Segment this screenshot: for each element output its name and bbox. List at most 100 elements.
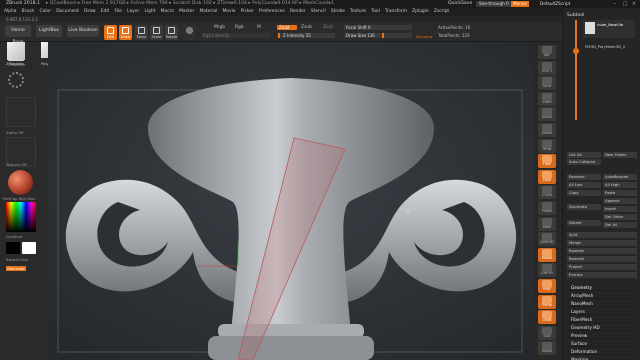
focal-shift-slider[interactable]: Focal Shift 0 xyxy=(344,25,412,30)
menu-render[interactable]: Render xyxy=(290,9,306,14)
mrgb-button[interactable]: Mrgb xyxy=(214,25,225,30)
boolean-button[interactable]: Boolean xyxy=(567,248,637,254)
menu-macro[interactable]: Macro xyxy=(161,9,174,14)
menu-movie[interactable]: Movie xyxy=(223,9,236,14)
shelf-local-button[interactable]: Local xyxy=(538,169,556,184)
shelf-floor-button[interactable]: Floor xyxy=(538,154,556,169)
shelf-bpr-button[interactable]: Bpr xyxy=(538,45,556,59)
lightbox-button[interactable]: LightBox xyxy=(36,25,62,37)
shelf-spix-3-button[interactable]: SPix 3 xyxy=(538,60,556,75)
rgb-intensity-slider[interactable]: Rgb Intensity xyxy=(201,33,271,38)
shelf-scroll-button[interactable]: Scroll xyxy=(538,76,556,91)
menu-brush[interactable]: Brush xyxy=(22,9,35,14)
see-through-slider[interactable]: See-through 0 xyxy=(476,1,512,7)
zmodeler-tool-thumbnail[interactable] xyxy=(7,42,25,60)
del-all-button[interactable]: Del All xyxy=(603,222,637,228)
minimize-icon[interactable]: – xyxy=(612,1,618,7)
shelf-ghost-button[interactable]: Ghost xyxy=(538,310,556,325)
matcap-red-wax-sphere[interactable] xyxy=(8,170,33,195)
duplicate-button[interactable]: Duplicate xyxy=(567,204,601,210)
shelf-aahalf-button[interactable]: AAHalf xyxy=(538,123,556,137)
menu-light[interactable]: Light xyxy=(144,9,155,14)
auto-reorder-button[interactable]: AutoReorder xyxy=(603,174,637,180)
menu-stroke[interactable]: Stroke xyxy=(331,9,345,14)
close-icon[interactable]: × xyxy=(631,1,637,7)
alternate-button[interactable]: Alternate xyxy=(6,266,26,271)
dynamic-toggle[interactable]: Dynamic xyxy=(416,34,433,39)
delete-button[interactable]: Delete xyxy=(567,220,601,226)
subtool-scroll-handle[interactable] xyxy=(573,48,579,54)
new-folder-button[interactable]: New Folder xyxy=(603,152,637,158)
subpalette-surface[interactable]: Surface xyxy=(567,340,637,347)
insert-button[interactable]: Insert xyxy=(603,206,637,212)
shelf-solo-button[interactable]: Solo xyxy=(538,325,556,340)
paste-button[interactable]: Paste xyxy=(603,190,637,196)
menu-document[interactable]: Document xyxy=(56,9,79,14)
rgb-button[interactable]: Rgb xyxy=(235,25,244,30)
subtool-name-2[interactable]: PM3D_PolyMesh3D_2 xyxy=(585,44,625,49)
shelf-rotate-button[interactable]: Rotate xyxy=(538,247,556,262)
alpha-slot[interactable] xyxy=(6,97,36,127)
rotate-mode-button[interactable]: Rotate xyxy=(165,25,178,40)
shelf-zoom3d-button[interactable]: Zoom3D xyxy=(538,232,556,247)
home-page-button[interactable]: Home Page xyxy=(5,25,31,45)
menu-tool[interactable]: Tool xyxy=(371,9,380,14)
subpalette-deformation[interactable]: Deformation xyxy=(567,348,637,355)
draw-size-slider[interactable]: Draw Size 136 xyxy=(344,33,412,38)
extract-button[interactable]: Extract xyxy=(567,272,637,278)
scale-mode-button[interactable]: Scale xyxy=(150,25,163,40)
zcut-button[interactable]: Zcut xyxy=(323,25,333,30)
split-button[interactable]: Split xyxy=(567,232,637,238)
menu-preferences[interactable]: Preferences xyxy=(259,9,285,14)
copy-button[interactable]: Copy xyxy=(567,190,601,196)
menu-layer[interactable]: Layer xyxy=(127,9,139,14)
switch-color-label[interactable]: SwitchColor xyxy=(6,257,28,262)
shelf-l-sym-button[interactable]: L.Sym xyxy=(538,185,556,200)
subpalette-geometry[interactable]: Geometry xyxy=(567,284,637,291)
zadd-button[interactable]: Zadd xyxy=(277,25,297,30)
menu-marker[interactable]: Marker xyxy=(179,9,194,14)
menu-zplugin[interactable]: Zplugin xyxy=(412,9,429,14)
shelf-actual-button[interactable]: Actual xyxy=(538,107,556,122)
subpalette-fibermesh[interactable]: FiberMesh xyxy=(567,316,637,323)
rename-button[interactable]: Rename xyxy=(567,174,601,180)
all-high-button[interactable]: All High xyxy=(603,182,637,188)
subpalette-preview[interactable]: Preview xyxy=(567,332,637,339)
menu-alpha[interactable]: Alpha xyxy=(4,9,16,14)
menu-transform[interactable]: Transform xyxy=(385,9,407,14)
default-script-button[interactable]: DefaultZScript xyxy=(540,0,570,8)
subpalette-nanomesh[interactable]: NanoMesh xyxy=(567,300,637,307)
draw-mode-button[interactable]: Draw xyxy=(119,25,132,40)
menu-stencil[interactable]: Stencil xyxy=(311,9,326,14)
main-color-swatch[interactable] xyxy=(6,242,20,254)
shelf-move-button[interactable]: Move xyxy=(538,216,556,231)
project-button[interactable]: Project xyxy=(567,264,637,270)
menus-toggle[interactable]: Menus xyxy=(511,1,529,7)
append-button[interactable]: Append xyxy=(603,198,637,204)
shelf-line-fill-button[interactable]: Line Fill xyxy=(538,263,556,278)
subtool-item-active[interactable]: cube_NewLife xyxy=(583,20,635,38)
shelf-persp-button[interactable]: Persp xyxy=(538,138,556,153)
menu-edit[interactable]: Edit xyxy=(101,9,110,14)
subpalette-masking[interactable]: Masking xyxy=(567,356,637,360)
edit-mode-button[interactable]: Edit xyxy=(104,25,117,40)
all-low-button[interactable]: All Low xyxy=(567,182,601,188)
menu-material[interactable]: Material xyxy=(199,9,217,14)
remesh-button[interactable]: Remesh xyxy=(567,256,637,262)
z-intensity-slider[interactable]: Z Intensity 25 xyxy=(277,33,335,38)
list-all-button[interactable]: List All xyxy=(567,152,601,158)
subpalette-layers[interactable]: Layers xyxy=(567,308,637,315)
shelf-transp-button[interactable]: Transp xyxy=(538,294,556,309)
quicksave-button[interactable]: QuickSave xyxy=(448,0,472,8)
shelf-zoom-button[interactable]: Zoom xyxy=(538,91,556,106)
move-mode-button[interactable]: Move xyxy=(135,25,148,40)
menu-zscript[interactable]: Zscript xyxy=(434,9,449,14)
menu-draw[interactable]: Draw xyxy=(84,9,95,14)
m-button[interactable]: M xyxy=(257,25,261,30)
maximize-icon[interactable]: □ xyxy=(622,1,628,7)
menu-texture[interactable]: Texture xyxy=(350,9,366,14)
subtool-scroll-indicator[interactable] xyxy=(575,20,577,120)
zsub-button[interactable]: Zsub xyxy=(301,25,312,30)
color-picker[interactable] xyxy=(6,202,36,232)
shelf-xpose-button[interactable]: Xpose xyxy=(538,341,556,356)
